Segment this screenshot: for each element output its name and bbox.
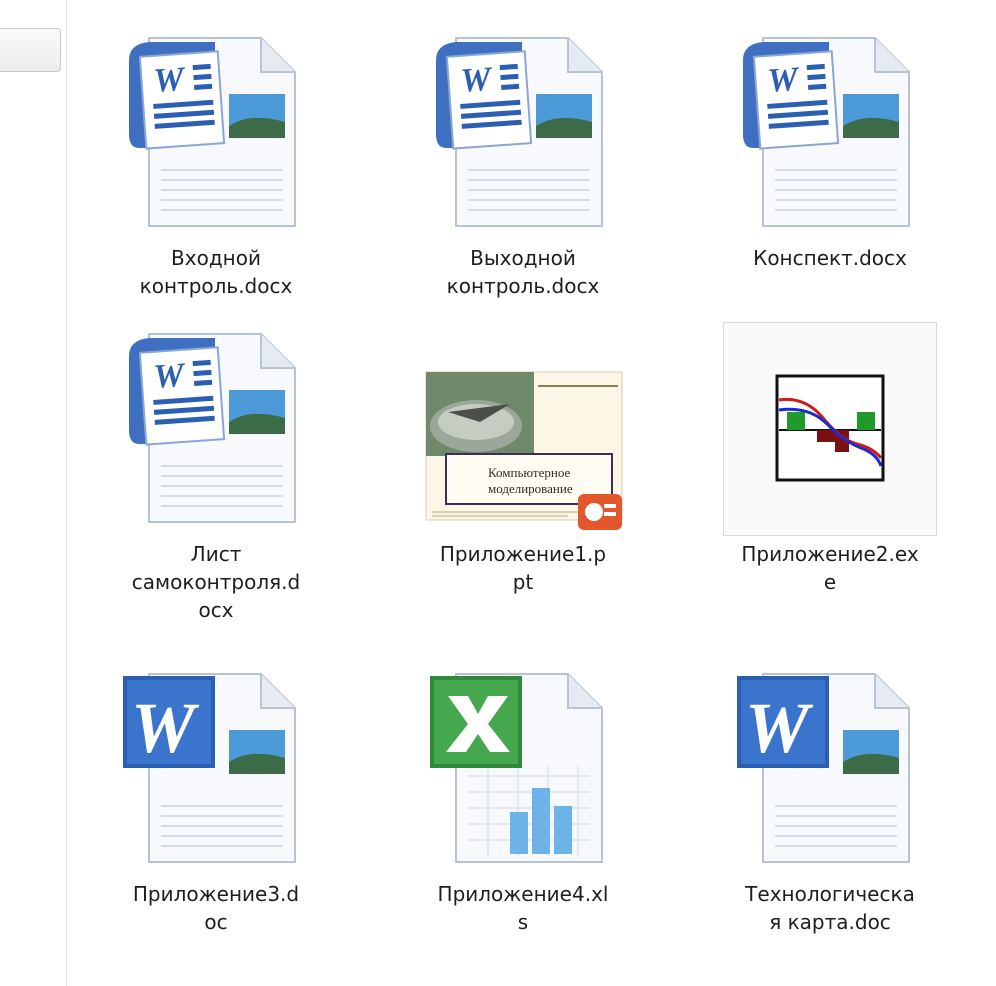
file-name: Технологическа я карта.doc: [745, 882, 915, 934]
svg-text:W: W: [152, 61, 188, 100]
word-doc-icon: W: [111, 666, 321, 876]
file-name: Приложение1.p pt: [439, 542, 607, 594]
file-list-view: W Входной контроль.docx W Выходной контр…: [67, 0, 996, 986]
svg-text:моделирование: моделирование: [488, 481, 573, 496]
file-name: Конспект.docx: [753, 246, 907, 270]
exe-application-icon: [723, 322, 937, 536]
file-name: Приложение2.ex e: [741, 542, 919, 594]
svg-text:W: W: [766, 61, 802, 100]
word-docx-icon: W: [725, 30, 935, 240]
svg-text:W: W: [152, 357, 188, 396]
file-name: Приложение3.d oc: [132, 882, 300, 934]
word-docx-icon: W: [111, 30, 321, 240]
excel-xls-icon: [418, 666, 628, 876]
word-docx-icon: W: [418, 30, 628, 240]
file-name: Лист самоконтроля.d ocx: [131, 542, 301, 622]
svg-text:W: W: [131, 688, 200, 768]
svg-text:W: W: [459, 61, 495, 100]
word-docx-icon: W: [111, 326, 321, 536]
svg-text:W: W: [745, 688, 814, 768]
svg-text:Компьютерное: Компьютерное: [488, 465, 570, 480]
powerpoint-slide-preview-icon: Компьютерное моделирование: [418, 326, 628, 536]
word-doc-icon: W: [725, 666, 935, 876]
file-name: Приложение4.xl s: [437, 882, 609, 934]
navigation-pane-tab[interactable]: [0, 28, 61, 72]
navigation-pane: [0, 0, 67, 986]
file-name: Выходной контроль.docx: [446, 246, 600, 298]
file-name: Входной контроль.docx: [139, 246, 293, 298]
